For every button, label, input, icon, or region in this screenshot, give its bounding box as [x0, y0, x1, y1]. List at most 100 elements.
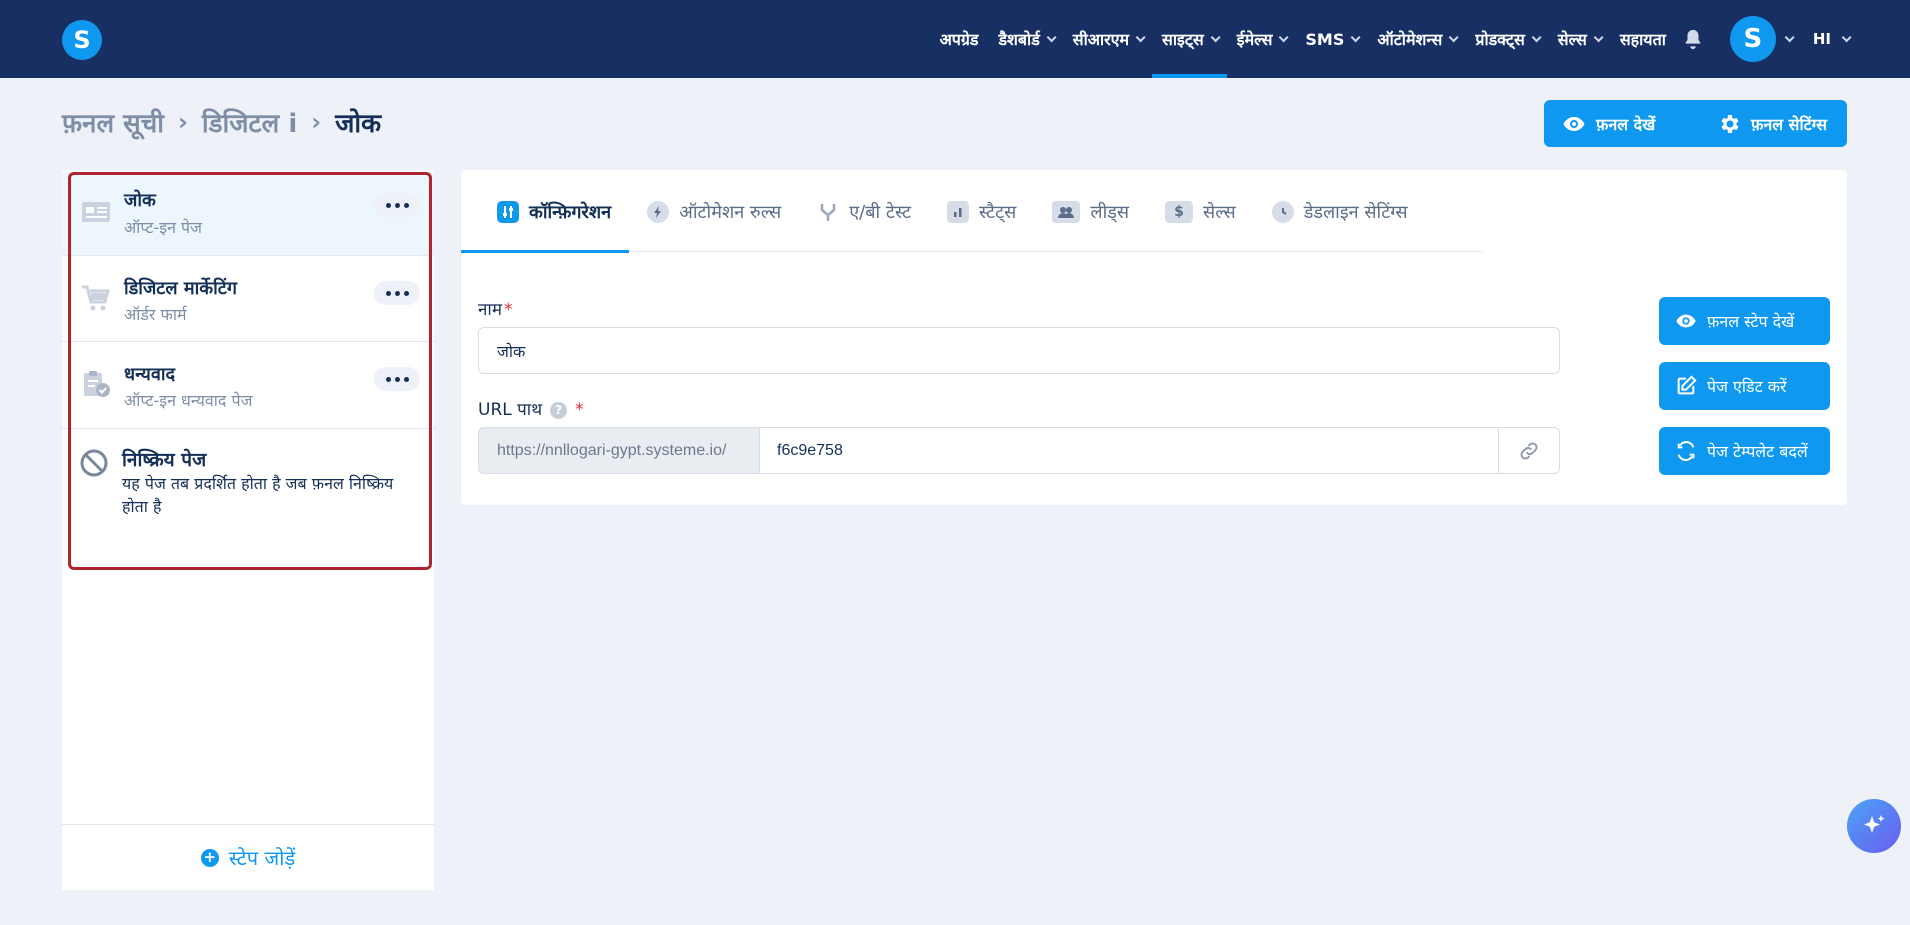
chevron-down-icon	[1531, 31, 1542, 42]
tab-label: ऑटोमेशन रुल्स	[679, 202, 782, 223]
nav-automations[interactable]: ऑटोमेशन्स	[1367, 0, 1465, 78]
name-input-value: जोक	[497, 341, 526, 361]
plus-circle-icon: +	[200, 848, 219, 867]
required-mark: *	[504, 300, 513, 320]
tab-sales[interactable]: $ सेल्स	[1147, 172, 1254, 252]
bell-icon[interactable]	[1682, 28, 1704, 50]
link-icon	[1520, 442, 1538, 459]
inactive-page-title: निष्क्रिय पेज	[122, 449, 207, 471]
nav-label: सहायता	[1619, 30, 1666, 49]
eye-icon	[1563, 116, 1585, 131]
language-label: HI	[1812, 30, 1831, 48]
step-tabs: कॉन्फ़िगरेशन ऑटोमेशन रुल्स ए/बी टेस्ट स्…	[461, 172, 1426, 253]
step-type: ऑप्ट-इन पेज	[124, 218, 202, 237]
nav-label: ईमेल्स	[1236, 30, 1273, 49]
nav-dashboard[interactable]: डैशबोर्ड	[988, 0, 1062, 78]
step-title: डिजिटल मार्केटिंग	[124, 278, 237, 299]
more-options-icon[interactable]	[374, 367, 420, 391]
chevron-down-icon	[1841, 31, 1852, 42]
nav-sites[interactable]: साइट्स	[1152, 0, 1227, 78]
nav-label: ऑटोमेशन्स	[1377, 30, 1443, 49]
chevron-down-icon	[1046, 31, 1057, 42]
avatar[interactable]: S	[1729, 16, 1776, 62]
tab-configuration[interactable]: कॉन्फ़िगरेशन	[461, 172, 630, 253]
url-path-input[interactable]: f6c9e758	[759, 427, 1499, 474]
inactive-page-description: यह पेज तब प्रदर्शित होता है जब फ़नल निष्…	[122, 474, 394, 516]
tab-label: कॉन्फ़िगरेशन	[529, 202, 612, 223]
chevron-down-icon	[1135, 31, 1146, 42]
chevron-down-icon[interactable]	[1784, 31, 1795, 42]
tab-deadline-settings[interactable]: डेडलाइन सेटिंग्स	[1254, 172, 1426, 252]
cart-icon	[80, 282, 112, 314]
chevron-right-icon: ›	[311, 108, 322, 136]
url-prefix-text: https://nnllogari-gypt.systeme.io/	[497, 441, 727, 459]
nav-crm[interactable]: सीआरएम	[1063, 0, 1152, 78]
nav-help[interactable]: सहायता	[1610, 0, 1676, 78]
change-template-button[interactable]: पेज टेम्पलेट बदलें	[1659, 427, 1830, 475]
systeme-logo[interactable]: S	[62, 20, 102, 60]
nav-label: सेल्स	[1557, 30, 1587, 49]
tab-label: स्टैट्स	[979, 202, 1017, 223]
add-step-button[interactable]: + स्टेप जोड़ें	[62, 824, 434, 890]
split-icon	[817, 201, 839, 223]
funnel-step-item[interactable]: धन्यवाद ऑप्ट-इन धन्यवाद पेज	[62, 342, 434, 429]
nav-label: सीआरएम	[1072, 30, 1130, 49]
copy-link-button[interactable]	[1498, 427, 1560, 474]
gear-icon	[1721, 114, 1739, 133]
tab-automation-rules[interactable]: ऑटोमेशन रुल्स	[629, 172, 799, 252]
bolt-icon	[647, 201, 670, 223]
nav-label: SMS	[1305, 29, 1345, 49]
edit-page-label: पेज एडिट करें	[1707, 377, 1787, 396]
funnel-step-item[interactable]: डिजिटल मार्केटिंग ऑर्डर फार्म	[62, 256, 434, 342]
breadcrumb-funnel[interactable]: डिजिटल i	[202, 104, 297, 140]
add-step-label: स्टेप जोड़ें	[228, 846, 296, 870]
name-input[interactable]: जोक	[478, 327, 1560, 374]
tab-label: ए/बी टेस्ट	[849, 202, 912, 223]
view-step-label: फ़नल स्टेप देखें	[1707, 312, 1795, 331]
step-title: जोक	[124, 190, 156, 211]
view-funnel-button[interactable]: फ़नल देखें	[1544, 100, 1710, 147]
main-nav: अपग्रेड डैशबोर्ड सीआरएम साइट्स ईमेल्स SM…	[930, 0, 1910, 78]
help-icon[interactable]: ?	[550, 401, 568, 419]
name-field-label: नाम *	[478, 297, 513, 320]
url-path-value: f6c9e758	[777, 441, 843, 459]
funnel-settings-button[interactable]: फ़नल सेटिंग्स	[1699, 100, 1847, 147]
top-navbar: S अपग्रेड डैशबोर्ड सीआरएम साइट्स ईमेल्स …	[0, 0, 1910, 78]
chevron-right-icon: ›	[177, 108, 188, 136]
step-type: ऑप्ट-इन धन्यवाद पेज	[124, 391, 253, 410]
more-options-icon[interactable]	[374, 193, 420, 217]
nav-emails[interactable]: ईमेल्स	[1227, 0, 1296, 78]
tab-stats[interactable]: स्टैट्स	[929, 172, 1034, 252]
breadcrumb-funnel-list[interactable]: फ़नल सूची	[62, 104, 164, 140]
edit-page-button[interactable]: पेज एडिट करें	[1659, 362, 1830, 410]
step-title: धन्यवाद	[124, 364, 176, 385]
funnel-step-item[interactable]: जोक ऑप्ट-इन पेज	[62, 172, 434, 256]
url-prefix: https://nnllogari-gypt.systeme.io/	[478, 427, 760, 474]
view-funnel-label: फ़नल देखें	[1596, 114, 1656, 134]
optin-page-icon	[80, 196, 112, 228]
tab-ab-test[interactable]: ए/बी टेस्ट	[799, 172, 929, 252]
required-mark: *	[575, 400, 584, 420]
more-options-icon[interactable]	[374, 281, 420, 305]
nav-upgrade[interactable]: अपग्रेड	[930, 0, 989, 78]
nav-sms[interactable]: SMS	[1295, 0, 1367, 78]
disabled-icon	[80, 449, 108, 477]
clipboard-check-icon	[80, 368, 112, 400]
chevron-down-icon	[1351, 31, 1361, 42]
ai-assistant-button[interactable]	[1847, 799, 1901, 853]
users-icon	[1052, 201, 1081, 223]
chevron-down-icon	[1210, 31, 1221, 42]
breadcrumb-current-step: जोक	[335, 109, 382, 139]
nav-products[interactable]: प्रोडक्ट्स	[1465, 0, 1547, 78]
tab-label: सेल्स	[1203, 202, 1236, 223]
bar-chart-icon	[947, 201, 970, 223]
nav-label: अपग्रेड	[939, 30, 979, 49]
clock-icon	[1271, 201, 1294, 223]
funnel-settings-label: फ़नल सेटिंग्स	[1751, 114, 1827, 134]
view-funnel-step-button[interactable]: फ़नल स्टेप देखें	[1659, 297, 1830, 345]
language-selector[interactable]: HI	[1812, 30, 1852, 48]
tab-leads[interactable]: लीड्स	[1034, 172, 1147, 252]
chevron-down-icon	[1279, 31, 1289, 42]
nav-sales[interactable]: सेल्स	[1548, 0, 1610, 78]
name-label-text: नाम	[478, 300, 503, 320]
